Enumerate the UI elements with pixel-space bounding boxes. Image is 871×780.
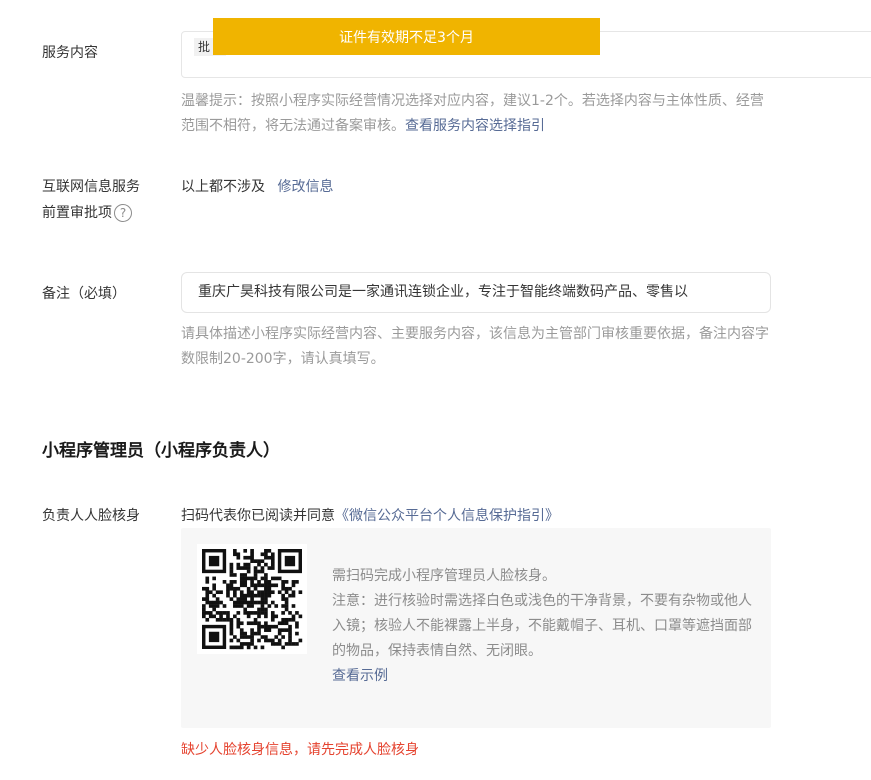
privacy-guide-link[interactable]: 《微信公众平台个人信息保护指引》 (335, 508, 559, 524)
internet-label-line2: 前置审批项? (42, 200, 140, 226)
qr-instructions: 需扫码完成小程序管理员人脸核身。 注意：进行核验时需选择白色或浅色的干净背景，不… (332, 564, 752, 689)
internet-label-line1: 互联网信息服务 (42, 179, 140, 195)
toast-text: 证件有效期不足3个月 (339, 29, 474, 46)
modify-info-link[interactable]: 修改信息 (277, 179, 333, 195)
face-agreement: 扫码代表你已阅读并同意《微信公众平台个人信息保护指引》 (181, 503, 559, 529)
remark-label: 备注（必填） (42, 286, 126, 302)
warning-toast: 证件有效期不足3个月 (213, 18, 600, 55)
face-label: 负责人人脸核身 (42, 508, 140, 524)
question-circle-icon[interactable]: ? (114, 204, 132, 222)
service-hint: 温馨提示：按照小程序实际经营情况选择对应内容，建议1-2个。若选择内容与主体性质… (181, 89, 771, 139)
qr-code-icon[interactable] (197, 544, 307, 654)
service-label: 服务内容 (42, 45, 98, 61)
internet-label-line2-text: 前置审批项 (42, 205, 112, 221)
remark-hint: 请具体描述小程序实际经营内容、主要服务内容，该信息为主管部门审核重要依据，备注内… (181, 326, 769, 367)
admin-section-title: 小程序管理员（小程序负责人） (42, 441, 280, 461)
face-error-message: 缺少人脸核身信息，请先完成人脸核身 (181, 742, 419, 758)
view-example-link[interactable]: 查看示例 (332, 668, 388, 684)
service-guide-link[interactable]: 查看服务内容选择指引 (405, 118, 545, 134)
qr-instruction-line: 需扫码完成小程序管理员人脸核身。 (332, 568, 556, 584)
internet-label: 互联网信息服务 前置审批项? (42, 174, 140, 226)
internet-value: 以上都不涉及 (181, 179, 265, 195)
agreement-prefix: 扫码代表你已阅读并同意 (181, 508, 335, 524)
remark-input[interactable]: 重庆广昊科技有限公司是一家通讯连锁企业，专注于智能终端数码产品、零售以 (181, 272, 771, 313)
qr-note: 注意：进行核验时需选择白色或浅色的干净背景，不要有杂物或他人入镜；核验人不能裸露… (332, 593, 752, 659)
qr-panel: 需扫码完成小程序管理员人脸核身。 注意：进行核验时需选择白色或浅色的干净背景，不… (181, 528, 771, 728)
internet-value-row: 以上都不涉及 修改信息 (181, 174, 333, 200)
